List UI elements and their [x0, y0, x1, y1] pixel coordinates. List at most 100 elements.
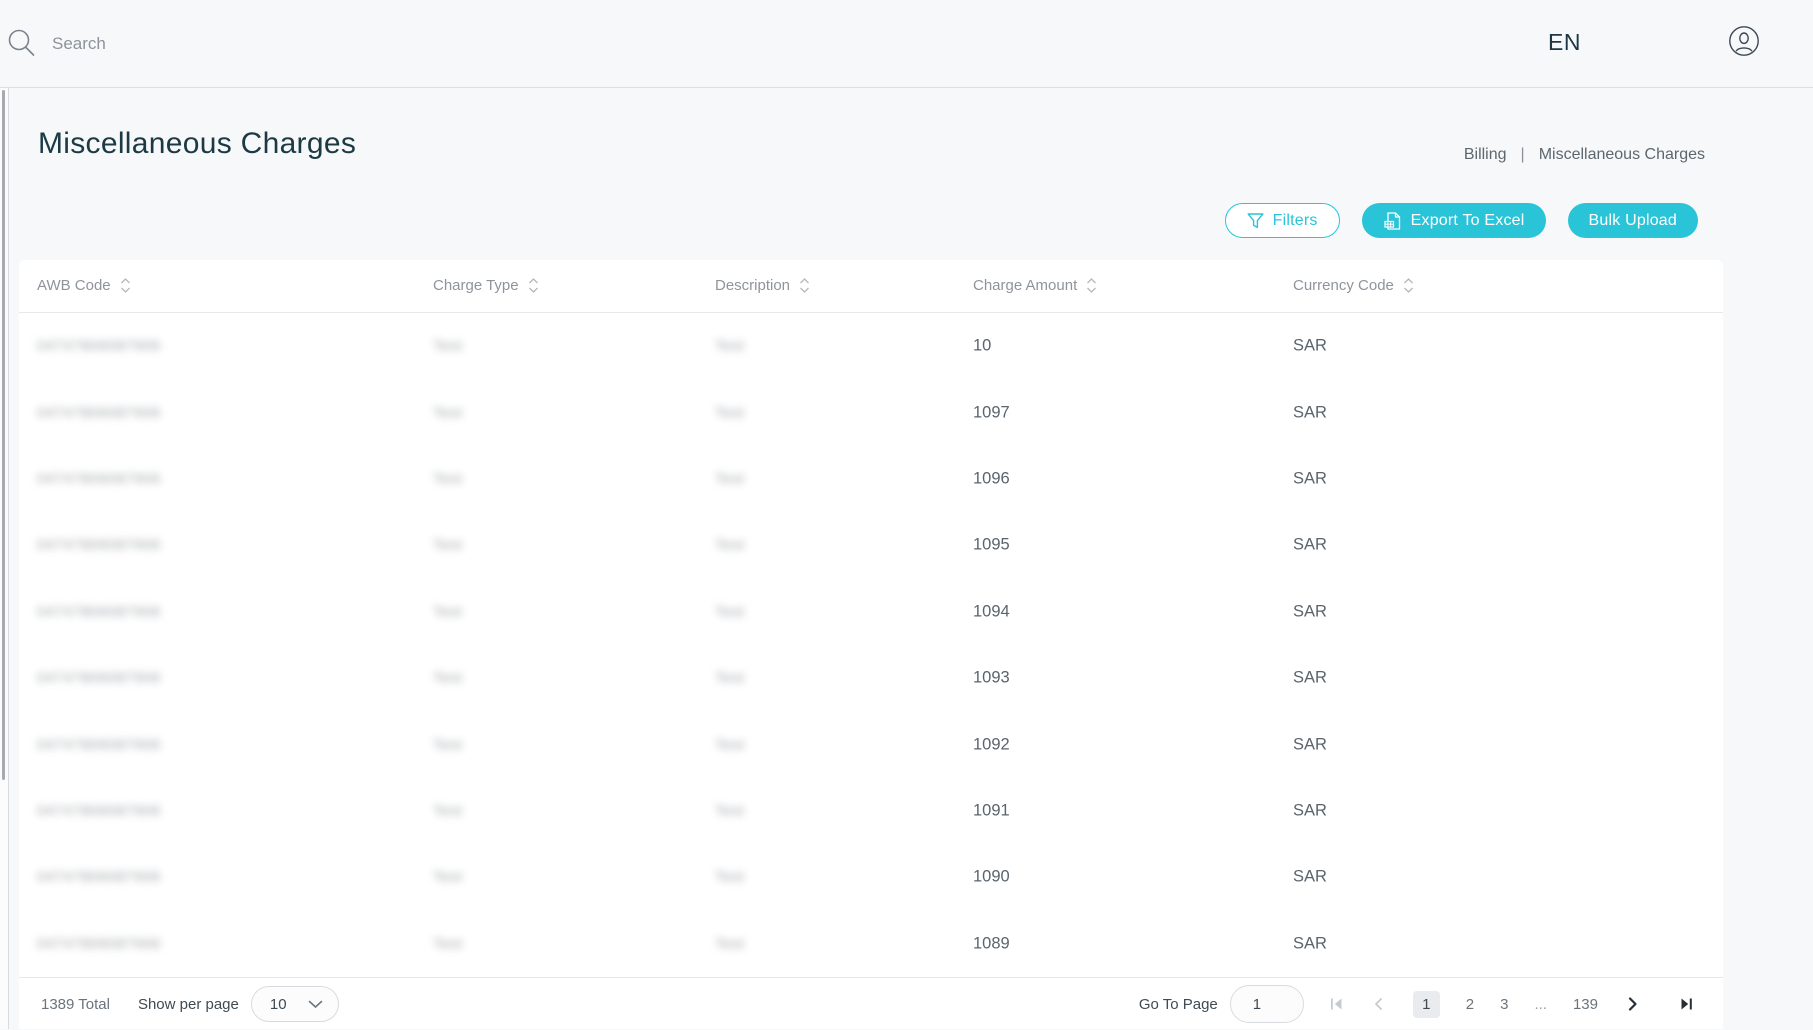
page-number-1[interactable]: 1: [1413, 991, 1440, 1018]
sort-icon[interactable]: [1402, 276, 1415, 295]
cell-charge-type-redacted: Test: [433, 802, 463, 819]
cell-awb-code-redacted: 04747806087906: [37, 736, 161, 753]
column-label: Description: [715, 277, 790, 294]
cell-currency-code: SAR: [1293, 669, 1327, 688]
table-row: 04747806087906 Test Test 1090 SAR: [19, 844, 1723, 910]
cell-charge-amount: 1090: [973, 868, 1010, 887]
cell-currency-code: SAR: [1293, 602, 1327, 621]
table-footer: 1389 Total Show per page 10 Go To Page: [19, 977, 1723, 1029]
last-page-icon[interactable]: [1678, 996, 1695, 1012]
page-ellipsis: ...: [1534, 996, 1547, 1013]
page-size-dropdown[interactable]: 10: [251, 986, 339, 1022]
export-button-label: Export To Excel: [1411, 212, 1525, 230]
filters-button[interactable]: Filters: [1225, 203, 1340, 238]
search-input[interactable]: [52, 27, 472, 61]
cell-awb-code-redacted: 04747806087906: [37, 670, 161, 687]
cell-currency-code: SAR: [1293, 868, 1327, 887]
table-row: 04747806087906 Test Test 1094 SAR: [19, 579, 1723, 645]
export-to-excel-button[interactable]: Export To Excel: [1362, 203, 1546, 238]
table-row: 04747806087906 Test Test 1089 SAR: [19, 911, 1723, 977]
cell-charge-type-redacted: Test: [433, 470, 463, 487]
left-scrollbar-thumb[interactable]: [2, 90, 5, 780]
sort-icon[interactable]: [119, 276, 132, 295]
excel-file-icon: [1383, 211, 1402, 231]
breadcrumb-billing[interactable]: Billing: [1464, 146, 1507, 164]
table-row: 04747806087906 Test Test 1097 SAR: [19, 379, 1723, 445]
search-icon: [6, 27, 40, 66]
page-number-last[interactable]: 139: [1573, 996, 1598, 1013]
page-number-2[interactable]: 2: [1466, 996, 1474, 1013]
cell-description-redacted: Test: [715, 802, 745, 819]
cell-currency-code: SAR: [1293, 337, 1327, 356]
column-label: Charge Type: [433, 277, 519, 294]
chevron-down-icon: [308, 1000, 323, 1009]
cell-charge-type-redacted: Test: [433, 670, 463, 687]
bulk-upload-button[interactable]: Bulk Upload: [1568, 203, 1698, 238]
cell-description-redacted: Test: [715, 670, 745, 687]
column-label: Charge Amount: [973, 277, 1077, 294]
previous-page-icon[interactable]: [1371, 996, 1387, 1012]
filter-funnel-icon: [1247, 213, 1264, 229]
cell-awb-code-redacted: 04747806087906: [37, 404, 161, 421]
left-scrollbar-track: [0, 88, 9, 1029]
pagination: 1 2 3 ... 139: [1328, 991, 1695, 1018]
cell-charge-type-redacted: Test: [433, 338, 463, 355]
breadcrumb-current: Miscellaneous Charges: [1539, 146, 1705, 164]
bulk-upload-button-label: Bulk Upload: [1589, 212, 1677, 230]
cell-charge-amount: 1097: [973, 403, 1010, 422]
cell-description-redacted: Test: [715, 869, 745, 886]
go-to-page-input[interactable]: [1230, 985, 1304, 1023]
show-per-page-label: Show per page: [138, 996, 239, 1013]
cell-charge-amount: 1095: [973, 536, 1010, 555]
column-header-charge-type: Charge Type: [433, 276, 540, 295]
cell-charge-type-redacted: Test: [433, 404, 463, 421]
breadcrumb: Billing | Miscellaneous Charges: [1464, 146, 1705, 164]
cell-charge-amount: 10: [973, 337, 991, 356]
table-row: 04747806087906 Test Test 1093 SAR: [19, 645, 1723, 711]
cell-charge-amount: 1093: [973, 669, 1010, 688]
sort-icon[interactable]: [798, 276, 811, 295]
first-page-icon[interactable]: [1328, 996, 1345, 1012]
cell-currency-code: SAR: [1293, 801, 1327, 820]
table-row: 04747806087906 Test Test 1091 SAR: [19, 778, 1723, 844]
cell-awb-code-redacted: 04747806087906: [37, 338, 161, 355]
cell-currency-code: SAR: [1293, 469, 1327, 488]
cell-charge-type-redacted: Test: [433, 537, 463, 554]
cell-awb-code-redacted: 04747806087906: [37, 603, 161, 620]
sort-icon[interactable]: [1085, 276, 1098, 295]
top-bar: EN: [0, 0, 1813, 88]
column-header-charge-amount: Charge Amount: [973, 276, 1098, 295]
cell-description-redacted: Test: [715, 404, 745, 421]
cell-awb-code-redacted: 04747806087906: [37, 935, 161, 952]
cell-charge-amount: 1092: [973, 735, 1010, 754]
cell-charge-type-redacted: Test: [433, 869, 463, 886]
sort-icon[interactable]: [527, 276, 540, 295]
cell-charge-type-redacted: Test: [433, 736, 463, 753]
table-row: 04747806087906 Test Test 1092 SAR: [19, 711, 1723, 777]
cell-description-redacted: Test: [715, 736, 745, 753]
filters-button-label: Filters: [1273, 212, 1318, 230]
table-row: 04747806087906 Test Test 10 SAR: [19, 313, 1723, 379]
action-buttons: Filters Export To Excel Bulk Upload: [1225, 203, 1698, 238]
table-row: 04747806087906 Test Test 1096 SAR: [19, 446, 1723, 512]
go-to-page-label: Go To Page: [1139, 996, 1218, 1013]
cell-charge-type-redacted: Test: [433, 935, 463, 952]
cell-charge-amount: 1091: [973, 801, 1010, 820]
cell-description-redacted: Test: [715, 470, 745, 487]
next-page-icon[interactable]: [1624, 996, 1640, 1012]
cell-charge-amount: 1096: [973, 469, 1010, 488]
cell-awb-code-redacted: 04747806087906: [37, 802, 161, 819]
page-size-value: 10: [270, 996, 287, 1013]
column-header-currency-code: Currency Code: [1293, 276, 1415, 295]
page-number-3[interactable]: 3: [1500, 996, 1508, 1013]
footer-right-group: Go To Page 1 2 3 ... 139: [1139, 978, 1695, 1030]
cell-currency-code: SAR: [1293, 735, 1327, 754]
cell-description-redacted: Test: [715, 603, 745, 620]
language-selector[interactable]: EN: [1548, 29, 1581, 56]
cell-awb-code-redacted: 04747806087906: [37, 537, 161, 554]
column-label: AWB Code: [37, 277, 111, 294]
user-profile-icon[interactable]: [1728, 25, 1760, 57]
cell-charge-type-redacted: Test: [433, 603, 463, 620]
cell-currency-code: SAR: [1293, 403, 1327, 422]
table-row: 04747806087906 Test Test 1095 SAR: [19, 512, 1723, 578]
